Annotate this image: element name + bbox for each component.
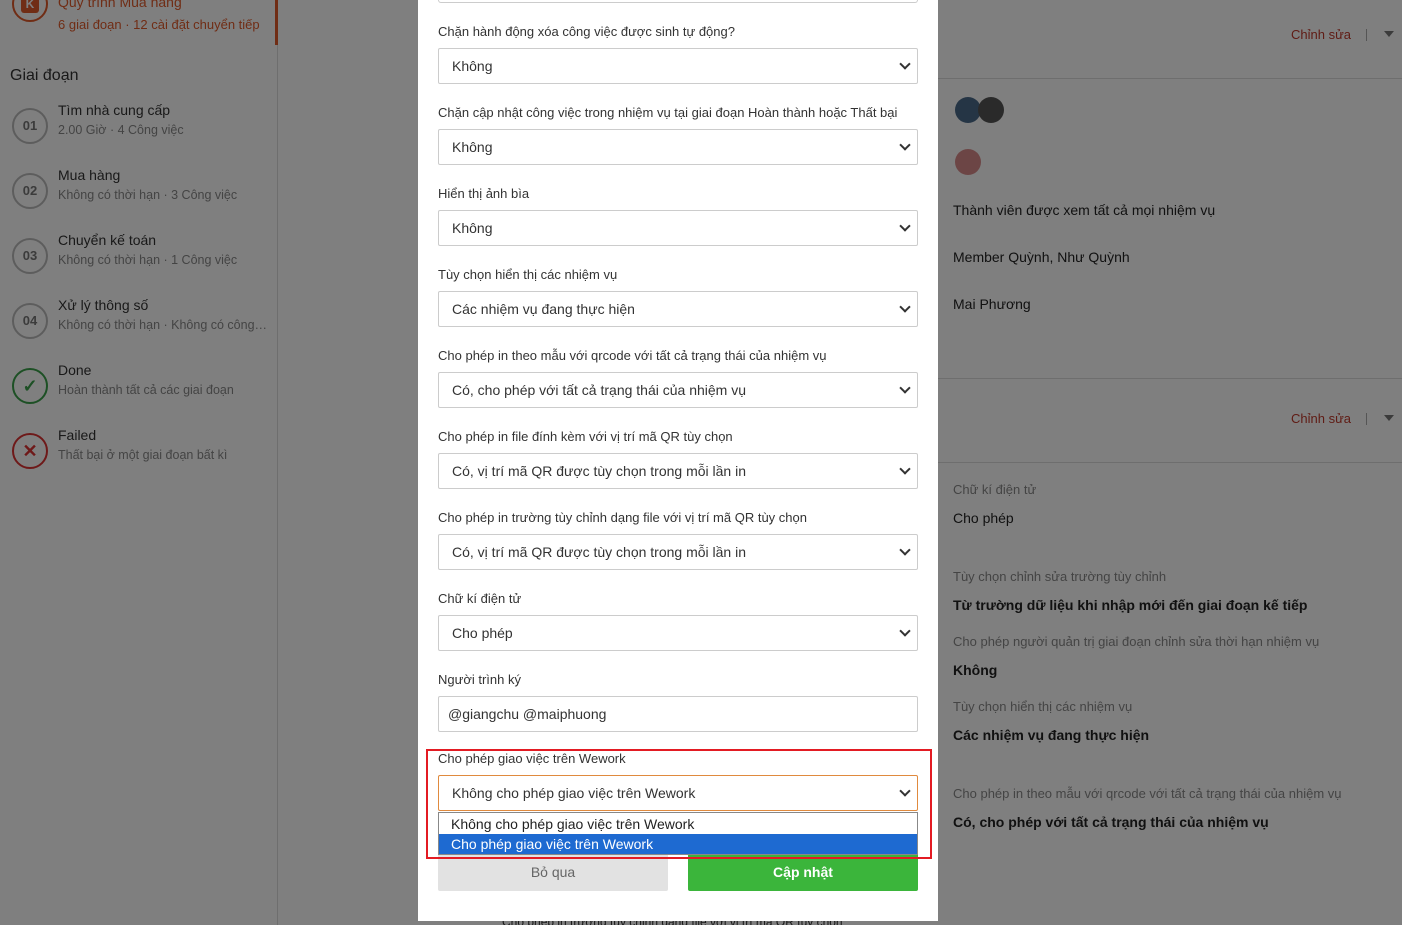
chevron-down-icon [899,544,911,556]
chevron-down-icon [899,301,911,313]
field-label: Hiển thị ảnh bìa [438,186,530,201]
select-value: Có, vị trí mã QR được tùy chọn trong mỗi… [452,544,746,560]
task-display-select[interactable]: Các nhiệm vụ đang thực hiện [438,291,918,327]
chevron-down-icon [899,58,911,70]
chevron-down-icon [899,463,911,475]
attachment-qr-select[interactable]: Có, vị trí mã QR được tùy chọn trong mỗi… [438,453,918,489]
field-label: Cho phép in file đính kèm với vị trí mã … [438,429,733,444]
chevron-down-icon [899,625,911,637]
custom-field-qr-select[interactable]: Có, vị trí mã QR được tùy chọn trong mỗi… [438,534,918,570]
field-label: Cho phép in trường tùy chỉnh dạng file v… [438,510,807,525]
block-delete-select[interactable]: Không [438,48,918,84]
field-label: Chặn cập nhật công việc trong nhiệm vụ t… [438,105,898,120]
select-value: Không [452,220,493,236]
field-label: Tùy chọn hiển thị các nhiệm vụ [438,267,618,282]
qrcode-print-select[interactable]: Có, cho phép với tất cả trạng thái của n… [438,372,918,408]
e-signature-select[interactable]: Cho phép [438,615,918,651]
chevron-down-icon [899,382,911,394]
field-label: Chữ kí điện tử [438,591,522,606]
select-value: Cho phép [452,625,513,641]
cover-image-select[interactable]: Không [438,210,918,246]
select-value: Các nhiệm vụ đang thực hiện [452,301,635,317]
chevron-down-icon [899,139,911,151]
select-value: Có, cho phép với tất cả trạng thái của n… [452,382,747,398]
signer-input[interactable]: @giangchu @maiphuong [438,696,918,732]
block-update-select[interactable]: Không [438,129,918,165]
select-value: Có, vị trí mã QR được tùy chọn trong mỗi… [452,463,746,479]
previous-field-edge [438,0,918,3]
chevron-down-icon [899,220,911,232]
select-value: Không [452,58,493,74]
field-label: Chặn hành động xóa công việc được sinh t… [438,24,735,39]
highlight-box [426,749,932,859]
field-label: Người trình ký [438,672,521,687]
field-label: Cho phép in theo mẫu với qrcode với tất … [438,348,827,363]
select-value: Không [452,139,493,155]
